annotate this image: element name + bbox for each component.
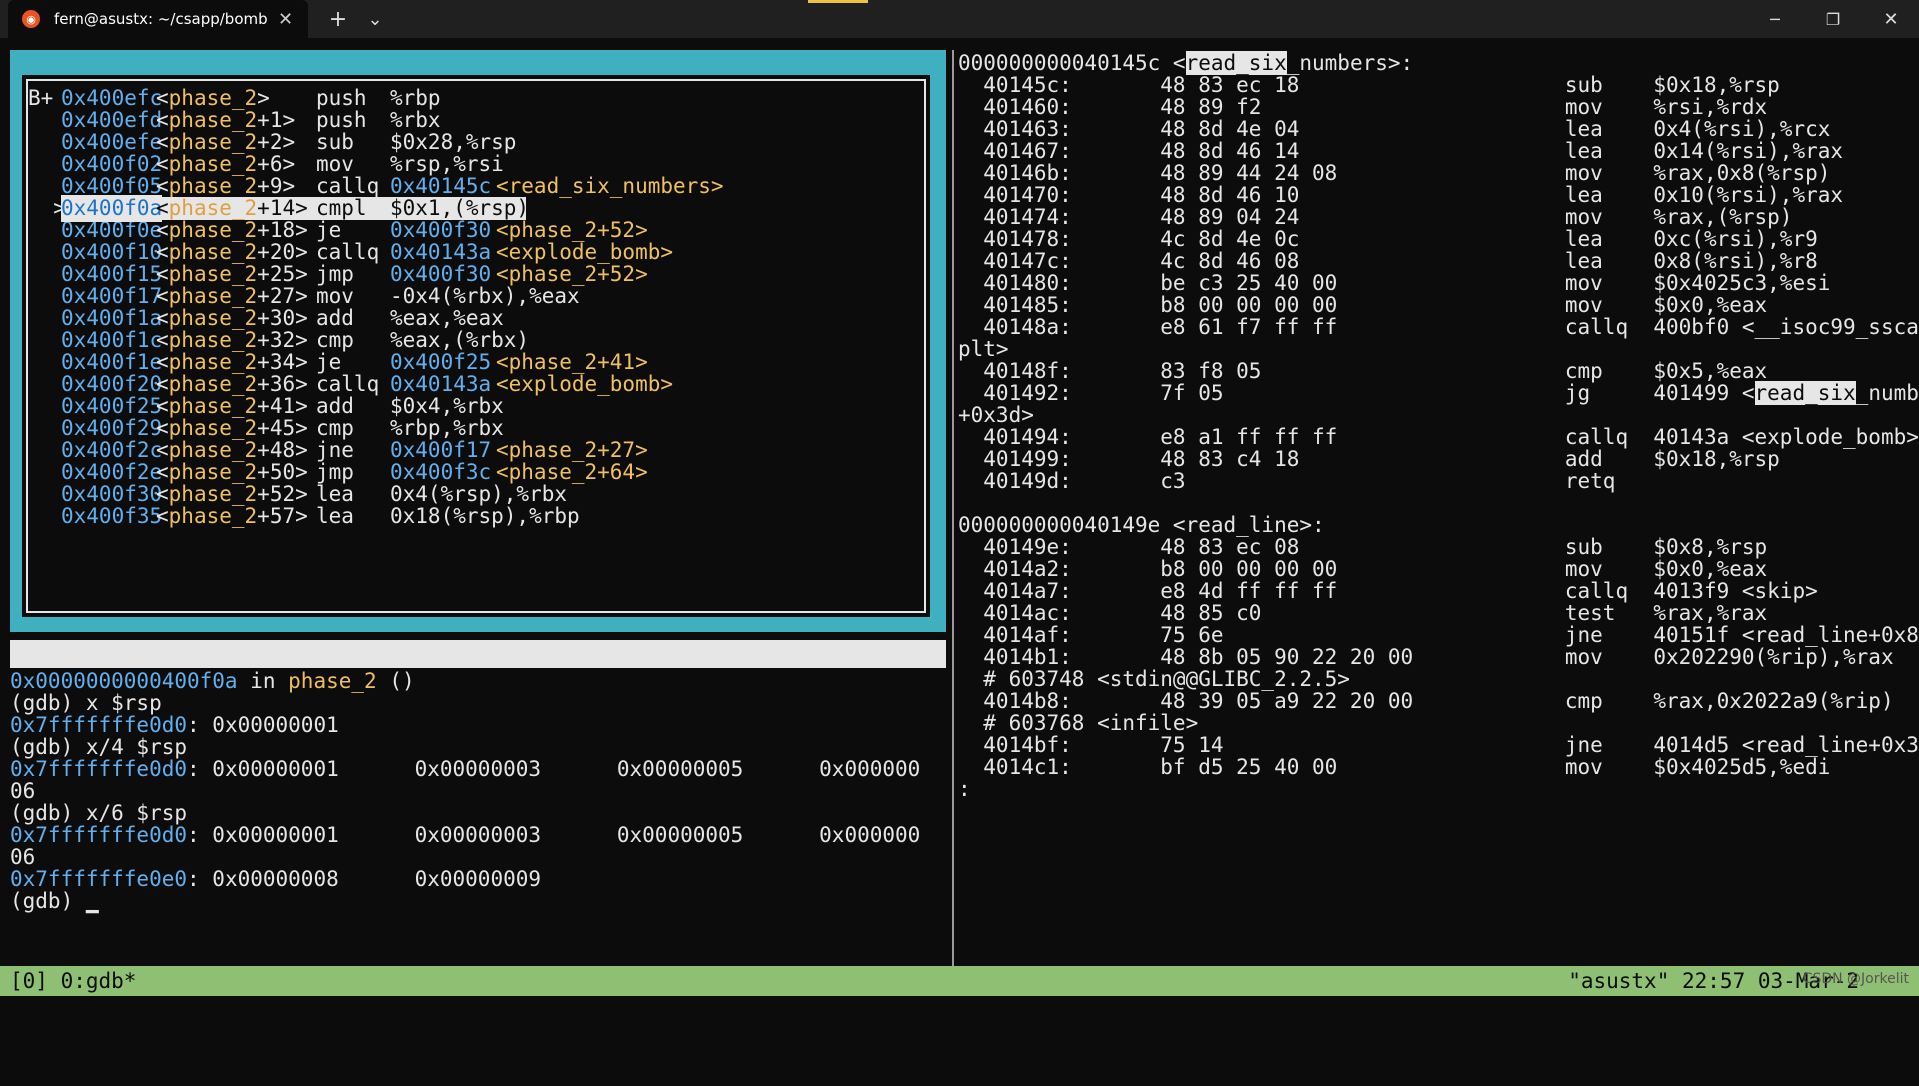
objdump-text: _numbers xyxy=(1855,381,1919,405)
symbol-offset: +14> xyxy=(257,196,308,220)
symbol-name: phase_2 xyxy=(168,196,258,220)
title-bar: ◉ fern@asustx: ~/csapp/bomb ✕ + ⌄ ─ ❐ ✕ xyxy=(0,0,1919,38)
function-symbol: <phase_2+14> xyxy=(156,195,308,222)
search-match: read_six xyxy=(1754,381,1856,405)
pane-divider[interactable] xyxy=(952,50,954,966)
symbol-name: phase_2 xyxy=(168,504,258,528)
tab-dropdown-button[interactable]: ⌄ xyxy=(358,0,392,38)
ubuntu-icon: ◉ xyxy=(22,10,40,28)
console-text: : 0x00000001 0x00000003 0x00000005 0x000… xyxy=(187,757,921,781)
console-text: : 0x00000001 xyxy=(187,713,339,737)
console-line: (gdb) ▁ xyxy=(10,888,99,915)
tmux-status-bar: [0] 0:gdb* "asustx" 22:57 03-Mar-2 CSDN … xyxy=(0,966,1919,996)
symbol-bracket: < xyxy=(156,196,169,220)
symbol-offset: +57> xyxy=(257,504,308,528)
restore-button[interactable]: ❐ xyxy=(1808,0,1858,38)
console-text: () xyxy=(376,669,415,693)
asm-listing: B+ 0x400efc <phase_2> push %rbp 0x400efd <ph… xyxy=(22,75,930,617)
function-name: phase_2 xyxy=(288,669,377,693)
operand: 0x18(%rsp),%rbp xyxy=(390,504,580,528)
mnemonic: lea xyxy=(316,504,354,528)
gdb-console[interactable]: 0x0000000000400f0a in phase_2 () (gdb) x … xyxy=(10,668,950,968)
tmux-window-list[interactable]: [0] 0:gdb* xyxy=(10,966,136,996)
mnemonic: cmpl xyxy=(316,196,367,220)
tab-title: fern@asustx: ~/csapp/bomb xyxy=(54,10,268,28)
title-accent xyxy=(808,0,868,3)
terminal-tab[interactable]: ◉ fern@asustx: ~/csapp/bomb ✕ xyxy=(8,0,308,38)
close-tab-icon[interactable]: ✕ xyxy=(278,9,293,30)
objdump-line: : xyxy=(958,776,971,803)
function-symbol: <phase_2+57> xyxy=(156,503,308,530)
memory-address: 0x7fffffffe0d0 xyxy=(10,757,188,781)
console-line: 0x7fffffffe0d0: 0x00000001 0x00000003 0x… xyxy=(10,822,920,849)
objdump-pane[interactable]: 000000000040145c <read_six_numbers>: 401… xyxy=(958,38,1919,966)
operand: $0x1,(%rsp) xyxy=(390,196,530,220)
cursor[interactable]: ▁ xyxy=(86,889,99,913)
objdump-line: 40149d: c3 retq xyxy=(958,468,1615,495)
objdump-line: 401492: 7f 05 jg 401499 <read_six_number… xyxy=(958,380,1919,407)
objdump-text: : xyxy=(958,777,971,801)
instruction-address: 0x400f35 xyxy=(61,504,163,528)
console-text: : 0x00000008 0x00000009 xyxy=(187,867,542,891)
minimize-button[interactable]: ─ xyxy=(1750,0,1800,38)
objdump-text: 401492: 7f 05 jg 401499 < xyxy=(958,381,1755,405)
new-tab-button[interactable]: + xyxy=(318,0,358,38)
console-line: 0x7fffffffe0d0: 0x00000001 0x00000003 0x… xyxy=(10,756,920,783)
console-text: (gdb) xyxy=(10,889,86,913)
instruction-address: 0x400f0a xyxy=(61,195,163,222)
objdump-text: 4014c1: bf d5 25 40 00 mov $0x4025d5,%ed… xyxy=(958,755,1831,779)
asm-line[interactable]: >0x400f0a <phase_2+14> cmpl $0x1,(%rsp) xyxy=(22,195,922,222)
symbol-bracket: < xyxy=(156,504,169,528)
objdump-line: 4014c1: bf d5 25 40 00 mov $0x4025d5,%ed… xyxy=(958,754,1830,781)
watermark: CSDN @Jorkelit xyxy=(1802,971,1909,987)
objdump-line: 40148a: e8 61 f7 ff ff callq 400bf0 <__i… xyxy=(958,314,1919,341)
objdump-text: 40148a: e8 61 f7 ff ff callq 400bf0 <__i… xyxy=(958,315,1919,339)
gdb-status-bar: native process 234 In: phase_2 L?? PC: 0… xyxy=(10,640,946,750)
objdump-text: 40149d: c3 retq xyxy=(958,469,1616,493)
console-text: : 0x00000001 0x00000003 0x00000005 0x000… xyxy=(187,823,921,847)
asm-source-window: B+ 0x400efc <phase_2> push %rbp 0x400efd <ph… xyxy=(10,50,946,632)
memory-address: 0x7fffffffe0d0 xyxy=(10,823,188,847)
close-window-button[interactable]: ✕ xyxy=(1866,0,1916,38)
gdb-pane[interactable]: B+ 0x400efc <phase_2> push %rbp 0x400efd <ph… xyxy=(0,38,952,966)
asm-line[interactable]: 0x400f35 <phase_2+57> lea 0x18(%rsp),%rbp xyxy=(22,503,922,530)
console-text: in xyxy=(237,669,289,693)
